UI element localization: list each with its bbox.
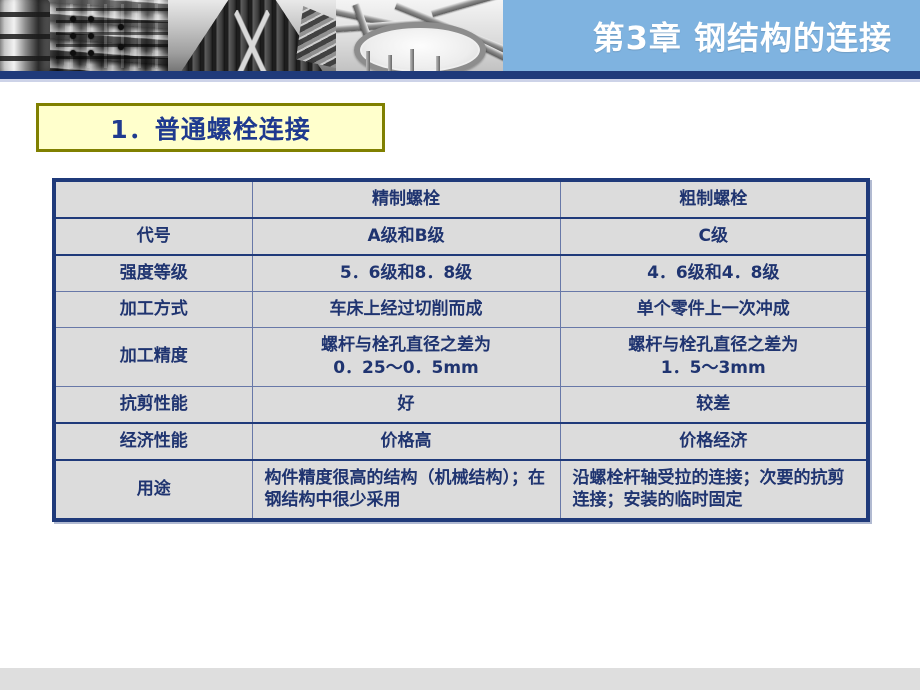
slide-title: 第3章 钢结构的连接	[592, 19, 892, 57]
row-rough-value: C级	[559, 217, 870, 256]
table-row: 强度等级 5．6级和8．8级 4．6级和4．8级	[52, 254, 870, 292]
table-row: 抗剪性能 好 较差	[52, 385, 870, 424]
row-label: 抗剪性能	[52, 385, 253, 424]
table-body: 精制螺栓 粗制螺栓 代号 A级和B级 C级 强度等级 5．6级和8．8级 4．6…	[52, 178, 870, 523]
row-fine-value: 螺杆与栓孔直径之差为 0．25～0．5mm	[251, 326, 561, 387]
table-header-row: 精制螺栓 粗制螺栓	[52, 178, 870, 219]
table-header-blank	[52, 178, 253, 219]
row-label: 用途	[52, 459, 253, 523]
row-rough-value: 沿螺栓杆轴受拉的连接；次要的抗剪连接；安装的临时固定	[559, 459, 870, 523]
skyscraper-photo	[168, 0, 336, 71]
table-row: 经济性能 价格高 价格经济	[52, 422, 870, 461]
bolt-comparison-table: 精制螺栓 粗制螺栓 代号 A级和B级 C级 强度等级 5．6级和8．8级 4．6…	[52, 178, 870, 523]
header-divider-rule	[0, 71, 920, 79]
header-photo-strip	[0, 0, 503, 71]
table-header-rough-bolt: 粗制螺栓	[559, 178, 870, 219]
steel-truss-photo	[336, 0, 503, 71]
row-rough-value: 较差	[559, 385, 870, 424]
row-fine-value: 价格高	[251, 422, 561, 461]
industrial-building-photo	[0, 0, 168, 71]
table-row: 加工精度 螺杆与栓孔直径之差为 0．25～0．5mm 螺杆与栓孔直径之差为 1．5～…	[52, 326, 870, 387]
row-fine-value: 构件精度很高的结构（机械结构）；在钢结构中很少采用	[251, 459, 561, 523]
row-rough-value: 价格经济	[559, 422, 870, 461]
header-divider-highlight	[0, 79, 920, 82]
row-label: 代号	[52, 217, 253, 256]
row-label: 加工方式	[52, 290, 253, 328]
row-fine-value: 好	[251, 385, 561, 424]
section-title-box: 1．普通螺栓连接	[36, 103, 385, 152]
section-title-text: 1．普通螺栓连接	[110, 114, 311, 144]
row-label: 经济性能	[52, 422, 253, 461]
row-fine-value: A级和B级	[251, 217, 561, 256]
table-header-fine-bolt: 精制螺栓	[251, 178, 561, 219]
table-row: 用途 构件精度很高的结构（机械结构）；在钢结构中很少采用 沿螺栓杆轴受拉的连接；…	[52, 459, 870, 523]
row-rough-value: 4．6级和4．8级	[559, 254, 870, 292]
row-rough-value: 螺杆与栓孔直径之差为 1．5～3mm	[559, 326, 870, 387]
table-row: 代号 A级和B级 C级	[52, 217, 870, 256]
slide-header-banner: 第3章 钢结构的连接	[0, 0, 920, 71]
footer-band	[0, 668, 920, 690]
table-row: 加工方式 车床上经过切削而成 单个零件上一次冲成	[52, 290, 870, 328]
row-rough-value: 单个零件上一次冲成	[559, 290, 870, 328]
row-fine-value: 车床上经过切削而成	[251, 290, 561, 328]
row-label: 强度等级	[52, 254, 253, 292]
row-label: 加工精度	[52, 326, 253, 387]
row-fine-value: 5．6级和8．8级	[251, 254, 561, 292]
